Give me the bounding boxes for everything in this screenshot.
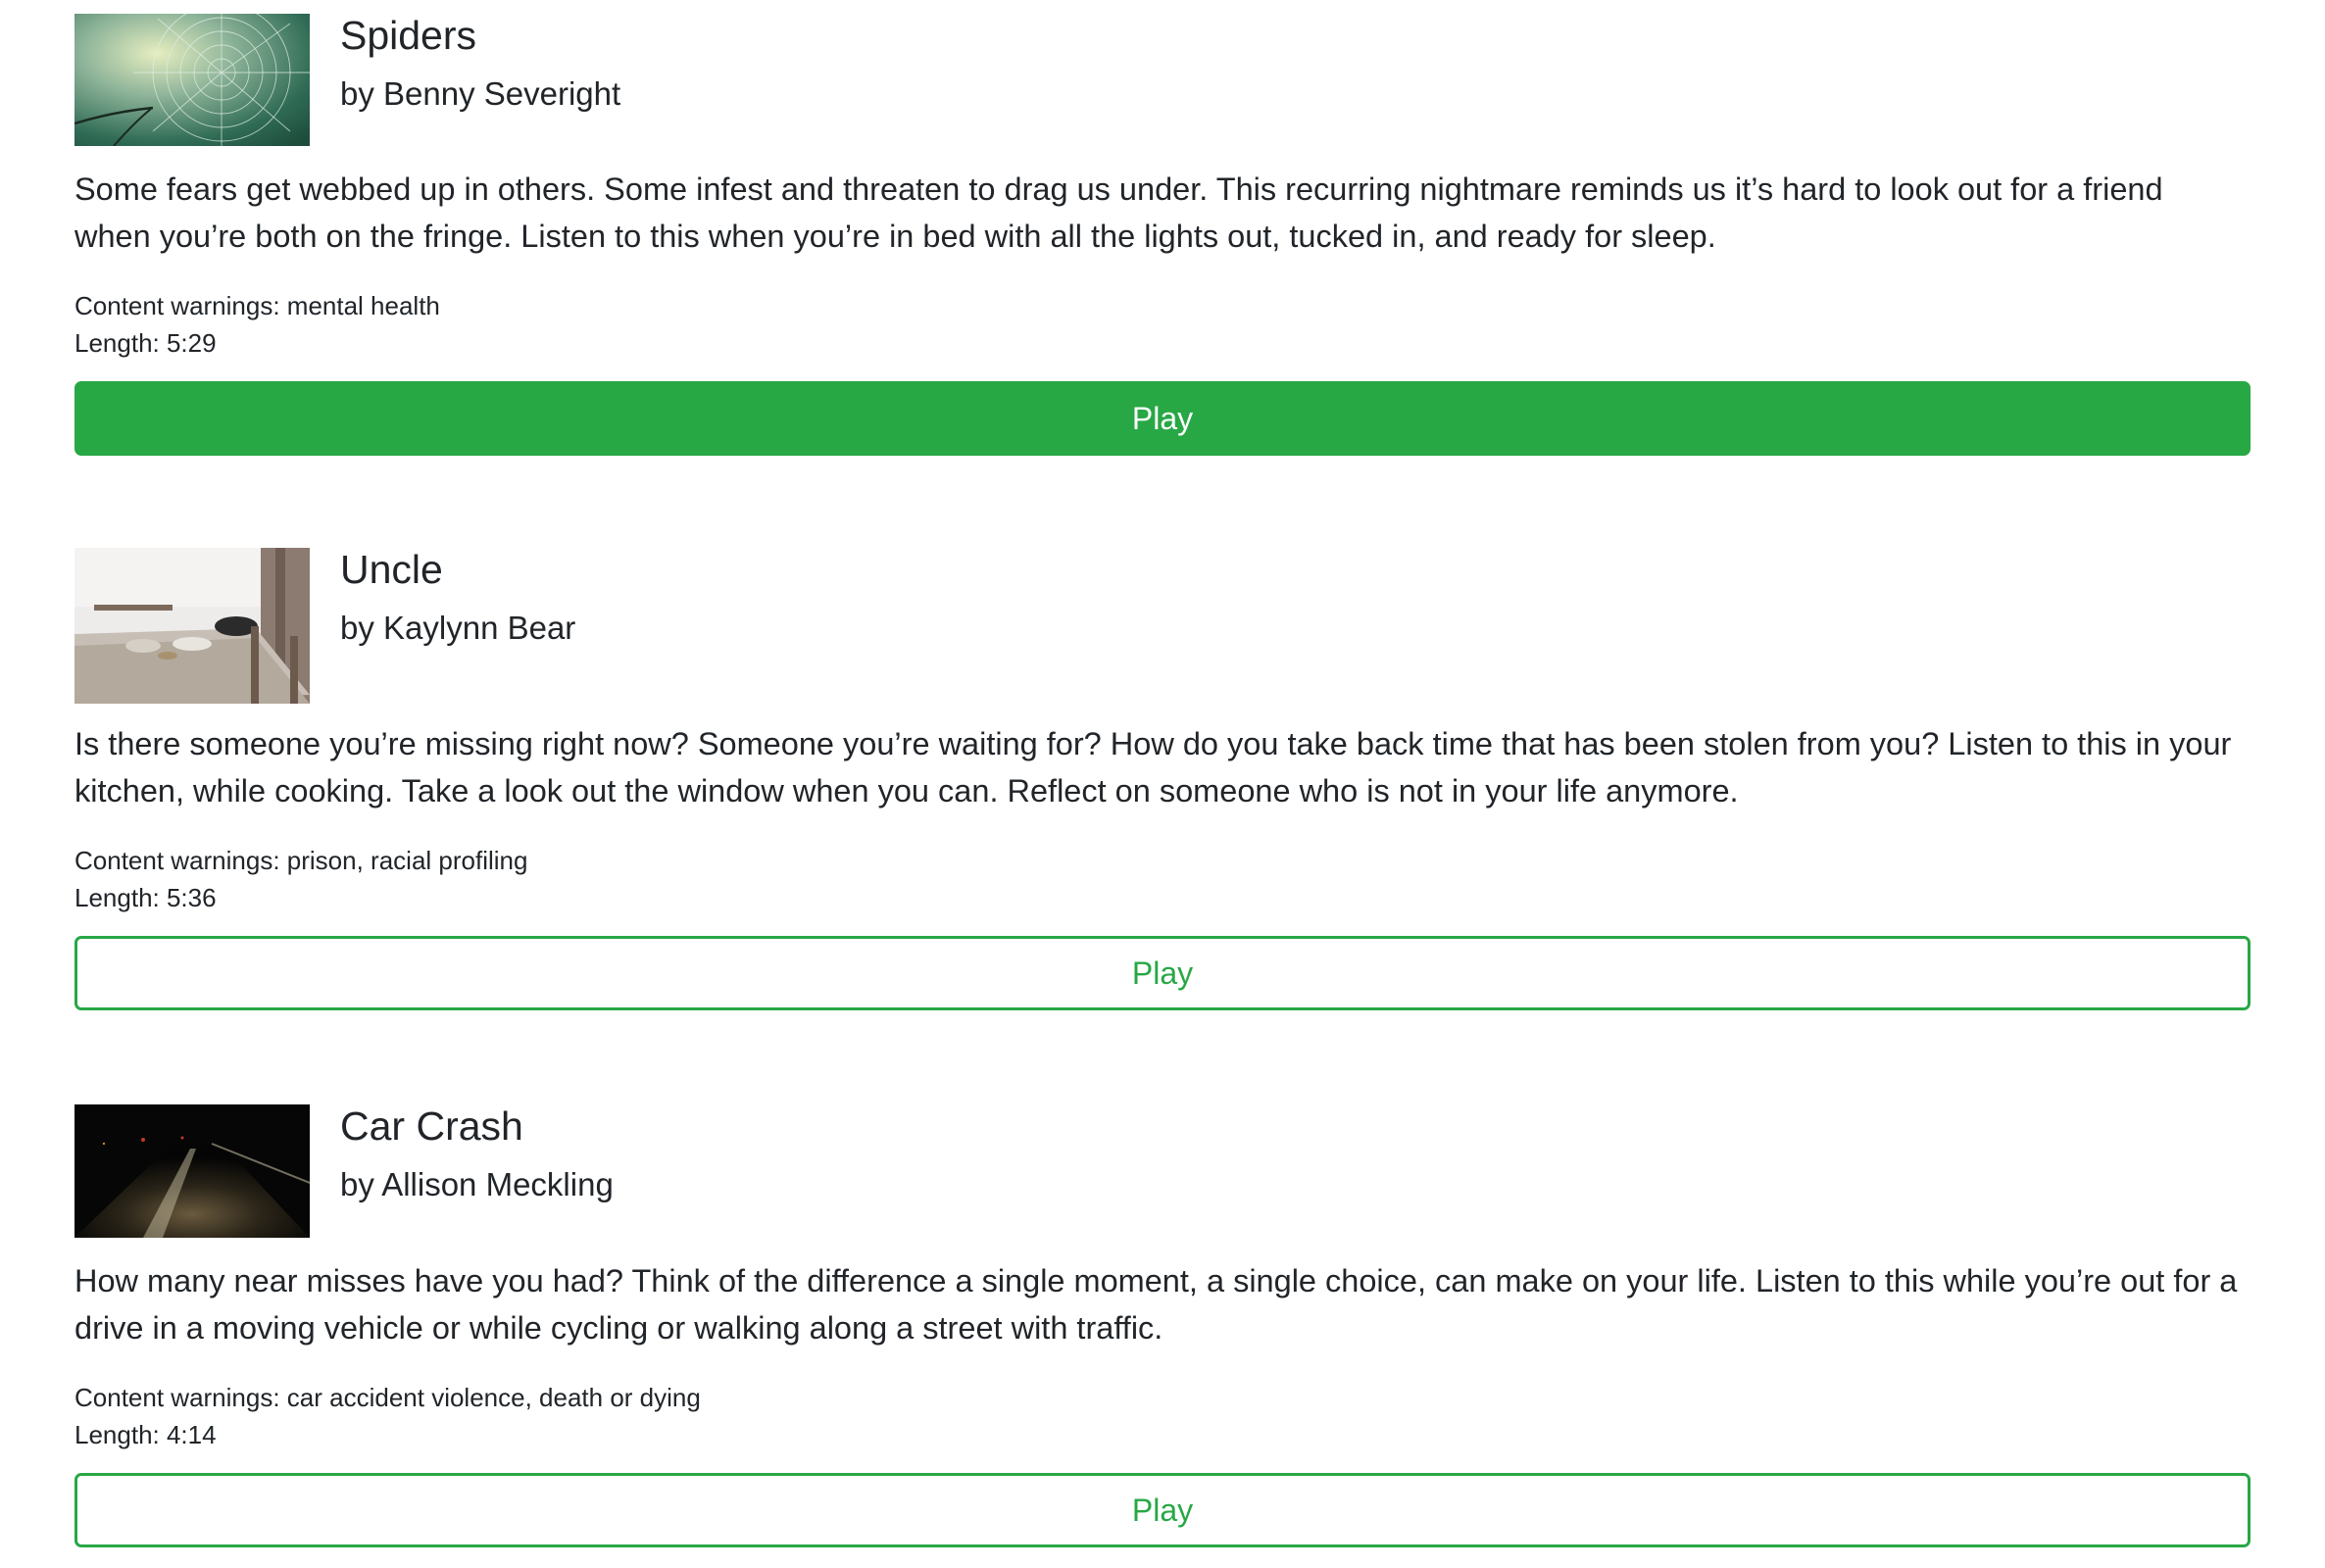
story-length: Length: 5:29	[74, 328, 217, 358]
story-author: by Allison Meckling	[340, 1166, 614, 1202]
story-author: by Benny Severight	[340, 75, 621, 112]
story-titles: Uncle by Kaylynn Bear	[340, 547, 576, 648]
story-length: Length: 5:36	[74, 883, 217, 912]
story-meta: Content warnings: car accident violence,…	[74, 1379, 2251, 1453]
content-warnings: Content warnings: prison, racial profili…	[74, 846, 528, 875]
story-description: Is there someone you’re missing right no…	[74, 726, 2232, 808]
story-titles: Car Crash by Allison Meckling	[340, 1103, 614, 1204]
content-warnings: Content warnings: mental health	[74, 291, 440, 320]
story-title: Car Crash	[340, 1103, 523, 1149]
kitchen-table-image	[74, 548, 310, 704]
play-button[interactable]: Play	[74, 1473, 2251, 1547]
story-length: Length: 4:14	[74, 1420, 217, 1449]
content-warnings: Content warnings: car accident violence,…	[74, 1383, 701, 1412]
story-list: Spiders by Benny Severight Some fears ge…	[0, 0, 2325, 1568]
story-author: by Kaylynn Bear	[340, 610, 576, 646]
story-card: Uncle by Kaylynn Bear Is there someone y…	[74, 547, 2251, 1010]
story-header: Uncle by Kaylynn Bear	[74, 547, 2251, 704]
story-title: Uncle	[340, 547, 443, 592]
play-button[interactable]: Play	[74, 381, 2251, 456]
spider-web-image	[74, 14, 310, 146]
story-meta: Content warnings: mental health Length: …	[74, 287, 2251, 362]
story-description: How many near misses have you had? Think…	[74, 1263, 2238, 1346]
story-meta: Content warnings: prison, racial profili…	[74, 842, 2251, 916]
story-card: Car Crash by Allison Meckling How many n…	[74, 1103, 2251, 1547]
story-header: Spiders by Benny Severight	[74, 13, 2251, 146]
story-header: Car Crash by Allison Meckling	[74, 1103, 2251, 1238]
story-card: Spiders by Benny Severight Some fears ge…	[74, 13, 2251, 456]
story-thumbnail	[74, 548, 310, 704]
story-title: Spiders	[340, 13, 477, 58]
night-road-image	[74, 1104, 310, 1238]
story-thumbnail	[74, 1104, 310, 1238]
play-button[interactable]: Play	[74, 936, 2251, 1010]
story-thumbnail	[74, 14, 310, 146]
story-description: Some fears get webbed up in others. Some…	[74, 172, 2163, 254]
story-titles: Spiders by Benny Severight	[340, 13, 621, 114]
